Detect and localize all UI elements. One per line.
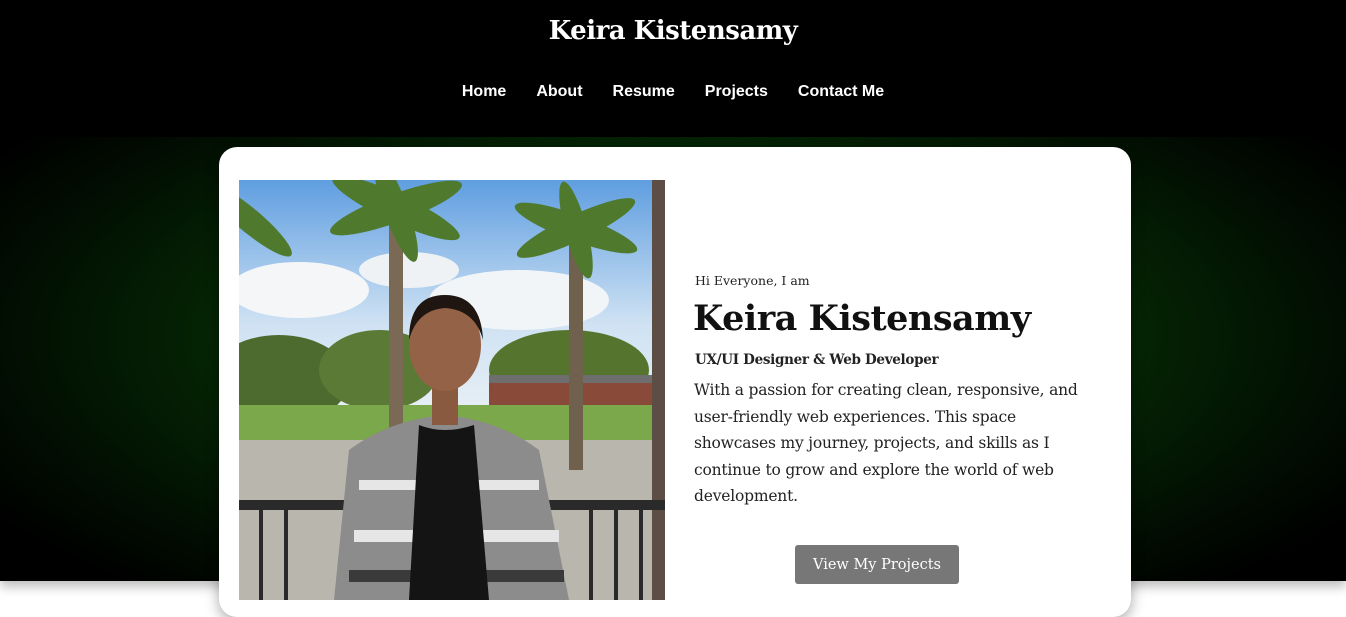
- greeting-text: Hi Everyone, I am: [695, 273, 810, 288]
- nav-projects-link[interactable]: Projects: [690, 83, 783, 101]
- main-nav: Home About Resume Projects Contact Me: [0, 83, 1346, 101]
- nav-home-link[interactable]: Home: [447, 83, 521, 101]
- view-projects-button[interactable]: View My Projects: [795, 545, 959, 584]
- hero-name: Keira Kistensamy: [693, 298, 1031, 339]
- nav-about-link[interactable]: About: [521, 83, 597, 101]
- nav-resume-link[interactable]: Resume: [598, 83, 690, 101]
- hero-intro: With a passion for creating clean, respo…: [694, 381, 1078, 505]
- profile-photo: [239, 180, 665, 600]
- hero-role: UX/UI Designer & Web Developer: [695, 352, 939, 368]
- site-header: Keira Kistensamy Home About Resume Proje…: [0, 0, 1346, 138]
- site-title[interactable]: Keira Kistensamy: [0, 16, 1346, 46]
- nav-contact-link[interactable]: Contact Me: [783, 83, 899, 101]
